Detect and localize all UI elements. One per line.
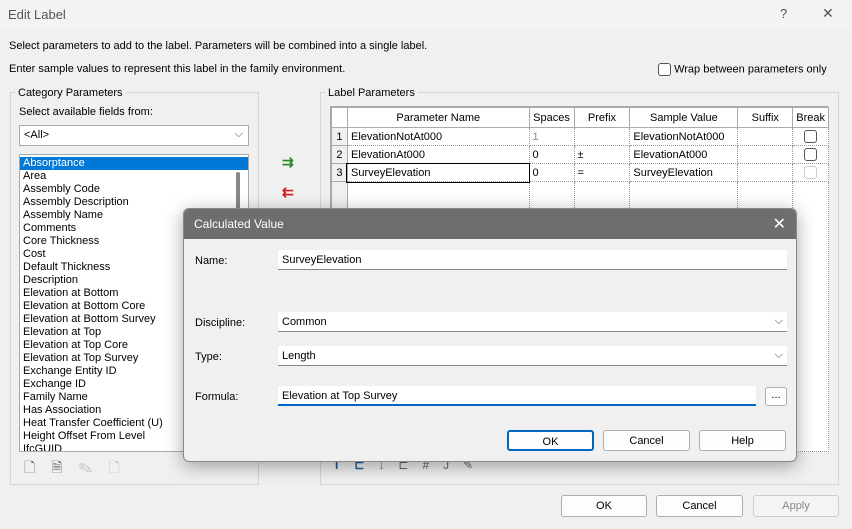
col-header-prefix[interactable]: Prefix xyxy=(573,107,631,128)
table-row[interactable]: 2 ElevationAt000 0 ± ElevationAt000 xyxy=(331,145,829,164)
discipline-select[interactable]: Common ⌵ xyxy=(278,312,787,332)
break-checkbox[interactable] xyxy=(792,127,829,146)
cell-prefix[interactable]: ± xyxy=(573,145,631,164)
field-item[interactable]: Absorptance xyxy=(20,157,248,170)
new-parameter-icon[interactable]: 🗋 xyxy=(24,459,51,475)
cell-suffix[interactable] xyxy=(737,127,794,146)
table-row[interactable]: 3 SurveyElevation 0 = SurveyElevation xyxy=(331,162,829,183)
label-params-title: Label Parameters xyxy=(325,87,418,99)
select-label: Select available fields from: xyxy=(19,106,153,118)
category-title: Category Parameters xyxy=(15,87,126,99)
chevron-down-icon: ⌵ xyxy=(774,315,783,327)
name-input[interactable]: SurveyElevation xyxy=(278,250,787,270)
break-checkbox[interactable] xyxy=(792,145,829,164)
discipline-label: Discipline: xyxy=(195,317,246,329)
col-header-suffix[interactable]: Suffix xyxy=(737,107,794,128)
break-checkbox[interactable] xyxy=(792,163,829,182)
cell-suffix[interactable] xyxy=(737,145,794,164)
add-parameter-icon[interactable]: 🗎 xyxy=(51,459,78,475)
type-label: Type: xyxy=(195,351,222,363)
cell-n: 3 xyxy=(331,163,348,182)
dialog-ok-button[interactable]: OK xyxy=(507,430,594,451)
cell-spaces[interactable]: 1 xyxy=(528,127,575,146)
chevron-down-icon: ⌵ xyxy=(234,128,243,140)
cell-n: 2 xyxy=(331,145,348,164)
formula-label: Formula: xyxy=(195,391,239,403)
cell-n: 1 xyxy=(331,127,348,146)
type-select[interactable]: Length ⌵ xyxy=(278,346,787,366)
fields-dropdown[interactable]: <All> ⌵ xyxy=(19,125,249,146)
col-header-spaces[interactable]: Spaces xyxy=(528,107,575,128)
cell-prefix[interactable] xyxy=(573,127,631,146)
table-row[interactable]: 1 ElevationNotAt000 1 ElevationNotAt000 xyxy=(331,127,829,146)
col-header-name[interactable]: Parameter Name xyxy=(346,107,530,128)
dialog-title: Calculated Value xyxy=(184,209,796,239)
cell-sample[interactable]: SurveyElevation xyxy=(629,163,739,182)
dialog-close-icon[interactable]: ✕ xyxy=(773,214,786,234)
cell-name[interactable]: ElevationNotAt000 xyxy=(346,127,530,146)
formula-input[interactable]: Elevation at Top Survey xyxy=(278,386,756,406)
col-header-break[interactable]: Break xyxy=(792,107,829,128)
field-item[interactable]: Area xyxy=(20,170,248,183)
discipline-value: Common xyxy=(282,316,327,328)
cell-name[interactable]: SurveyElevation xyxy=(346,162,531,183)
window-title: Edit Label xyxy=(8,7,66,22)
close-button[interactable]: ✕ xyxy=(822,5,834,22)
cell-sample[interactable]: ElevationNotAt000 xyxy=(629,127,739,146)
type-value: Length xyxy=(282,350,316,362)
cell-suffix[interactable] xyxy=(737,163,794,182)
col-header-index xyxy=(331,107,348,128)
list-tools: 🗋🗎✎🗋 xyxy=(24,457,136,481)
dialog-cancel-button[interactable]: Cancel xyxy=(603,430,690,451)
help-button[interactable]: ? xyxy=(780,6,787,21)
remove-from-label-icon[interactable]: ⇇ xyxy=(282,184,294,201)
chevron-down-icon: ⌵ xyxy=(774,349,783,361)
title-bar xyxy=(0,0,852,30)
instruction-line-2: Enter sample values to represent this la… xyxy=(9,63,346,75)
edit-parameter-icon[interactable]: ✎ xyxy=(79,459,109,475)
cell-sample[interactable]: ElevationAt000 xyxy=(629,145,739,164)
cell-spaces[interactable]: 0 xyxy=(528,163,575,182)
dropdown-value: <All> xyxy=(24,129,50,141)
wrap-checkbox[interactable]: Wrap between parameters only xyxy=(658,63,827,76)
dialog-help-button[interactable]: Help xyxy=(699,430,786,451)
apply-button[interactable]: Apply xyxy=(753,495,839,517)
instruction-line-1: Select parameters to add to the label. P… xyxy=(9,40,428,52)
wrap-label: Wrap between parameters only xyxy=(674,63,827,76)
cell-prefix[interactable]: = xyxy=(573,163,631,182)
col-header-sample[interactable]: Sample Value xyxy=(629,107,739,128)
add-to-label-icon[interactable]: ⇉ xyxy=(282,154,294,171)
name-label: Name: xyxy=(195,255,228,267)
delete-parameter-icon[interactable]: 🗋 xyxy=(109,459,136,475)
calculated-value-dialog: Calculated Value ✕ Name: SurveyElevation… xyxy=(183,208,797,462)
formula-browse-button[interactable]: ... xyxy=(765,387,787,406)
cell-spaces[interactable]: 0 xyxy=(528,145,575,164)
field-item[interactable]: Assembly Code xyxy=(20,183,248,196)
ok-button[interactable]: OK xyxy=(561,495,647,517)
cell-name[interactable]: ElevationAt000 xyxy=(346,145,530,164)
cancel-button[interactable]: Cancel xyxy=(656,495,743,517)
